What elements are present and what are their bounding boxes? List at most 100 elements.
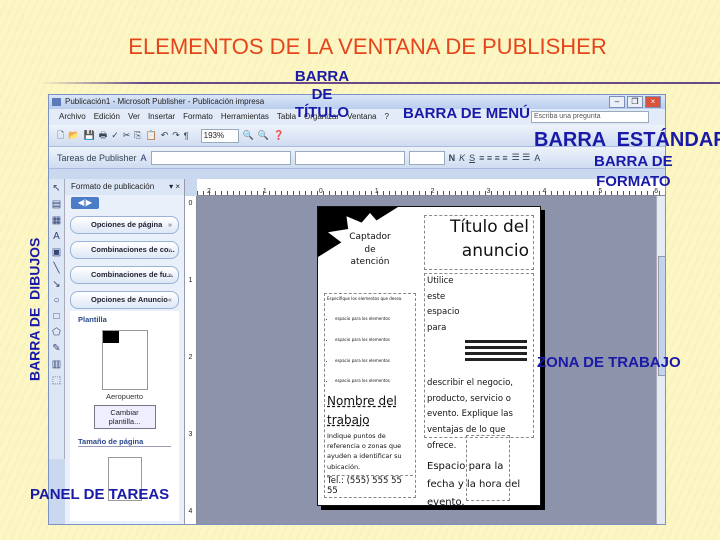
section-color-schemes[interactable]: Combinaciones de co...» [70, 241, 179, 259]
ad-title[interactable]: Título del anuncio [424, 215, 534, 270]
close-button[interactable]: × [645, 96, 661, 108]
label-drawing-bar: BARRA DE DIBUJOS [26, 237, 43, 382]
section-page-options[interactable]: Opciones de página » [70, 216, 179, 234]
oval-icon[interactable]: ○ [53, 295, 59, 306]
template-name: Aeropuerto [105, 392, 144, 401]
cut-icon[interactable]: ✂ [123, 130, 131, 141]
burst-text[interactable]: Captador de atención [344, 231, 396, 269]
ruler-tick: 4 [188, 508, 193, 515]
label-menu-bar: BARRA DE MENÚ [403, 105, 530, 122]
expand-icon: » [167, 270, 172, 279]
picture-icon[interactable]: ▣ [52, 247, 61, 258]
minimize-button[interactable]: – [609, 96, 625, 108]
bullet-item: espacio para los elementos [335, 371, 413, 392]
line-icon[interactable]: ╲ [53, 263, 59, 274]
align-icon[interactable]: ≡ ≡ ≡ ≡ [479, 153, 508, 163]
empty-frame[interactable] [466, 435, 510, 501]
page-size-heading: Tamaño de página [78, 437, 171, 447]
spellcheck-icon[interactable]: ✓ [111, 130, 119, 141]
label-line: BARRA [294, 68, 350, 85]
ruler-tick: 2 [207, 188, 211, 195]
table-icon[interactable]: ▦ [52, 215, 61, 226]
close-pane-icon[interactable]: ▾ × [169, 179, 180, 195]
label-line: DE [311, 86, 333, 103]
template-thumbnail[interactable] [101, 330, 148, 390]
menu-formato[interactable]: Formato [183, 109, 213, 125]
rectangle-icon[interactable]: □ [53, 311, 59, 322]
ruler-tick: 3 [486, 188, 491, 195]
hotspot-icon[interactable]: ⬚ [52, 375, 61, 386]
small-heading: Especifique los elementos que desea. [327, 296, 403, 301]
font-color-icon[interactable]: A [534, 153, 540, 163]
label-line: TÍTULO [294, 104, 350, 121]
save-icon[interactable]: 💾 [83, 130, 94, 141]
select-icon[interactable]: ↖ [52, 183, 60, 194]
copy-icon[interactable]: ⎘ [134, 130, 141, 141]
redo-icon[interactable]: ↷ [172, 130, 180, 141]
text-box-icon[interactable]: ▤ [52, 199, 61, 210]
bullet-item: espacio para los elementos [335, 309, 413, 330]
vertical-ruler[interactable]: 0 1 2 3 4 [185, 196, 197, 524]
change-template-button[interactable]: Cambiar plantilla... [93, 405, 156, 429]
label-line: FORMATO [596, 173, 671, 191]
autoshapes-icon[interactable]: ⬠ [52, 327, 61, 338]
help-icon[interactable]: ❓ [273, 130, 284, 141]
left-column[interactable]: Especifique los elementos que desea. esp… [324, 293, 416, 498]
collapse-icon: « [167, 295, 172, 304]
location-text: Indique puntos de referencia o zonas que… [327, 431, 402, 471]
new-icon[interactable]: 🗋 [57, 128, 64, 144]
menu-insertar[interactable]: Insertar [148, 109, 175, 125]
task-pane: Formato de publicación ▾ × ◀|▶ Opciones d… [65, 179, 185, 524]
description-box[interactable]: Utilice este espacio para describir el n… [424, 273, 534, 508]
ruler-tick: 3 [188, 431, 193, 438]
task-pane-title: Formato de publicación [71, 182, 155, 191]
zoom-combo[interactable]: 193% [200, 128, 239, 143]
menu-archivo[interactable]: Archivo [59, 109, 86, 125]
italic-icon[interactable]: K [459, 153, 465, 163]
open-icon[interactable]: 📂 [68, 130, 79, 141]
menu-ver[interactable]: Ver [128, 109, 140, 125]
label-title-bar: BARRA DE TÍTULO [282, 68, 362, 122]
paste-icon[interactable]: 📋 [145, 130, 156, 141]
ruler-tick: 2 [188, 354, 193, 361]
bold-icon[interactable]: N [449, 153, 456, 163]
font-combo[interactable] [294, 150, 405, 165]
bullet-item: espacio para los elementos [335, 351, 413, 372]
styles-icon[interactable]: A [141, 153, 147, 163]
bullet-item: espacio para los elementos [335, 330, 413, 351]
font-size-combo[interactable] [408, 150, 445, 165]
task-pane-header: Formato de publicación ▾ × [65, 179, 184, 195]
undo-icon[interactable]: ↶ [161, 130, 169, 141]
job-name: Nombre del trabajo [327, 394, 397, 428]
style-combo[interactable] [150, 150, 291, 165]
list-icon[interactable]: ☰ ☰ [512, 152, 531, 163]
label-standard-bar: BARRA ESTÁNDAR [534, 129, 720, 151]
ask-question-input[interactable]: Escriba una pregunta [531, 111, 649, 123]
title-divider [40, 82, 720, 84]
zoom-in-icon[interactable]: 🔍 [258, 130, 269, 141]
underline-icon[interactable]: S [469, 153, 475, 163]
publication-page[interactable]: Captador de atención Título del anuncio … [317, 206, 541, 508]
catalog-icon[interactable]: ▥ [52, 359, 61, 370]
design-gallery-icon[interactable]: ✎ [52, 343, 60, 354]
restore-button[interactable]: ❐ [627, 96, 643, 108]
menu-help[interactable]: ? [385, 109, 389, 125]
label-line: BARRA DE [594, 153, 673, 170]
expand-icon: » [167, 245, 172, 254]
template-heading: Plantilla [78, 315, 107, 324]
section-ad-options[interactable]: Opciones de Anuncio « [70, 291, 179, 309]
menu-edicion[interactable]: Edición [94, 109, 120, 125]
ruler-tick: 1 [374, 188, 379, 195]
wordart-icon[interactable]: A [53, 231, 60, 242]
ruler-tick: 0 [318, 188, 323, 195]
phone-text: Tel.: (555) 555 55 55 [327, 475, 413, 496]
arrow-icon[interactable]: ↘ [52, 279, 60, 290]
back-forward-buttons[interactable]: ◀|▶ [71, 197, 99, 209]
section-font-schemes[interactable]: Combinaciones de fu...» [70, 266, 179, 284]
app-icon [52, 98, 61, 106]
zoom-out-icon[interactable]: 🔍 [243, 130, 254, 141]
print-icon[interactable]: 🖶 [99, 128, 108, 144]
publisher-tasks-button[interactable]: Tareas de Publisher [57, 153, 137, 163]
paragraph-icon[interactable]: ¶ [184, 131, 189, 141]
menu-herramientas[interactable]: Herramientas [221, 109, 269, 125]
